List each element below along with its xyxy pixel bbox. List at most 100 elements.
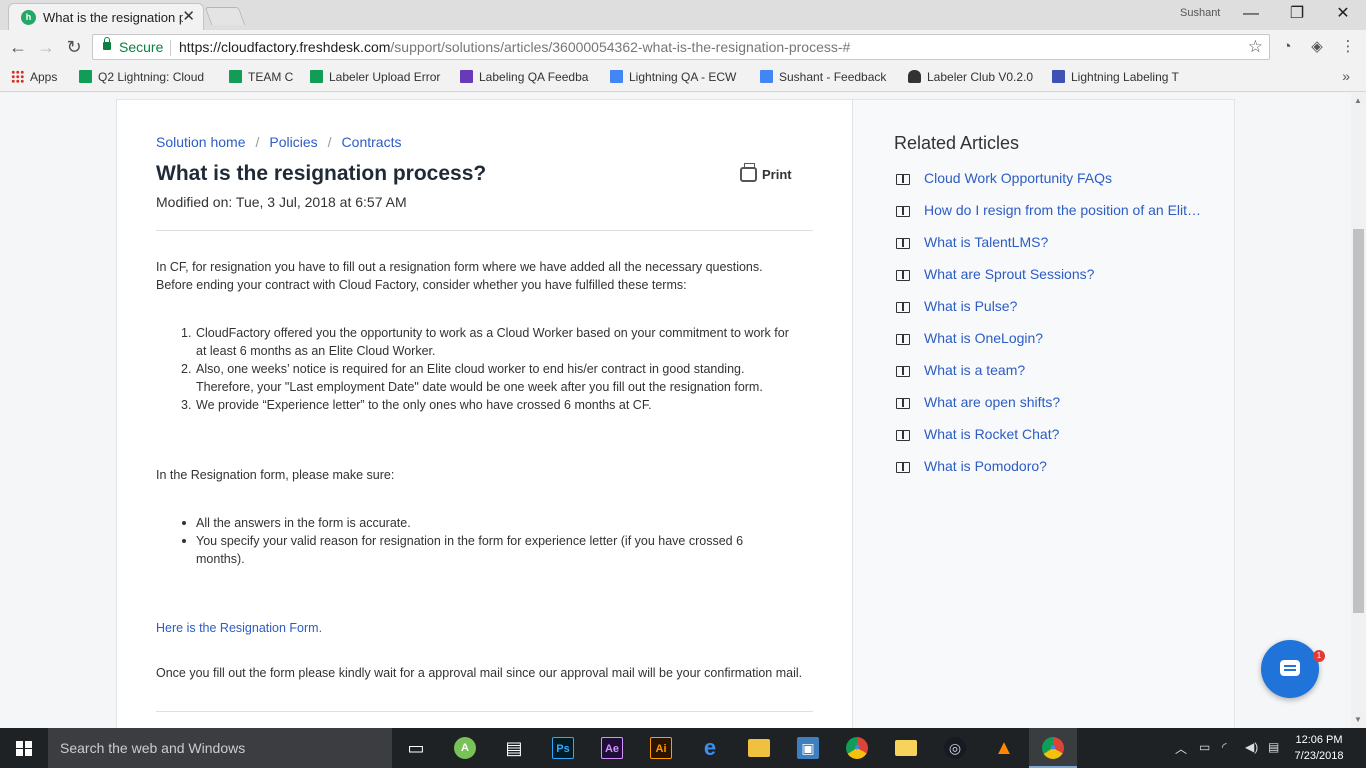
close-window-button[interactable]: ✕: [1320, 0, 1366, 30]
book-icon: [896, 270, 910, 281]
related-article-link[interactable]: What is Pomodoro?: [924, 458, 1047, 474]
related-article-item[interactable]: What is Rocket Chat?: [894, 426, 1214, 446]
apps-grid-icon: [11, 70, 24, 83]
maximize-button[interactable]: ❐: [1274, 0, 1320, 30]
bookmark-label: Q2 Lightning: Cloud: [98, 70, 205, 84]
taskbar-app-after-effects[interactable]: Ae: [588, 728, 636, 768]
scroll-down-arrow-icon[interactable]: ▼: [1354, 715, 1362, 724]
bookmark-item[interactable]: Q2 Lightning: Cloud: [79, 70, 204, 84]
page-scrollbar[interactable]: ▲ ▼: [1351, 93, 1366, 728]
bookmark-item[interactable]: Labeler Upload Error: [310, 70, 440, 84]
breadcrumb-separator: /: [327, 134, 332, 150]
closing-paragraph: Once you fill out the form please kindly…: [156, 666, 803, 680]
forward-arrow-icon[interactable]: →: [34, 35, 58, 59]
chat-widget-button[interactable]: 1: [1261, 640, 1325, 698]
profile-name[interactable]: Sushant: [1180, 7, 1220, 19]
related-article-link[interactable]: What are Sprout Sessions?: [924, 266, 1094, 282]
menu-kebab-icon[interactable]: ⋮: [1338, 37, 1358, 57]
related-article-link[interactable]: What is a team?: [924, 362, 1025, 378]
related-article-item[interactable]: Cloud Work Opportunity FAQs: [894, 170, 1214, 190]
taskbar-app-box[interactable]: ▣: [784, 728, 832, 768]
browser-tab-active[interactable]: h What is the resignation p ✕: [8, 3, 204, 30]
breadcrumb-solution-home[interactable]: Solution home: [156, 134, 246, 150]
start-button[interactable]: [0, 728, 48, 768]
related-article-link[interactable]: How do I resign from the position of an …: [924, 202, 1204, 218]
related-article-link[interactable]: What is Pulse?: [924, 298, 1017, 314]
related-article-item[interactable]: What are open shifts?: [894, 394, 1214, 414]
related-article-link[interactable]: What are open shifts?: [924, 394, 1060, 410]
related-article-link[interactable]: What is Rocket Chat?: [924, 426, 1059, 442]
taskbar-app-chrome[interactable]: ●: [833, 728, 881, 768]
back-arrow-icon[interactable]: ←: [6, 35, 30, 59]
taskbar-app-illustrator[interactable]: Ai: [637, 728, 685, 768]
related-article-item[interactable]: What is OneLogin?: [894, 330, 1214, 350]
book-icon: [896, 174, 910, 185]
related-article-link[interactable]: What is OneLogin?: [924, 330, 1043, 346]
taskbar-app-photoshop[interactable]: Ps: [539, 728, 587, 768]
taskbar-clock[interactable]: 12:06 PM 7/23/2018: [1290, 732, 1348, 764]
related-article-link[interactable]: What is TalentLMS?: [924, 234, 1048, 250]
bookmark-item[interactable]: Lightning Labeling T: [1052, 70, 1179, 84]
breadcrumb-separator: /: [255, 134, 260, 150]
list-item: 3. We provide “Experience letter” to the …: [177, 396, 797, 414]
taskbar-search-box[interactable]: Search the web and Windows: [48, 728, 392, 768]
extension-shield-icon[interactable]: ◈: [1307, 37, 1327, 57]
reload-icon[interactable]: ↻: [62, 35, 86, 59]
taskbar-app-store[interactable]: ▤: [490, 728, 538, 768]
divider: [156, 711, 813, 712]
list-item: All the answers in the form is accurate.: [177, 514, 777, 532]
chat-bubble-icon: [1280, 660, 1300, 676]
scrollbar-thumb[interactable]: [1353, 229, 1364, 613]
related-article-item[interactable]: What is Pulse?: [894, 298, 1214, 318]
new-tab-button[interactable]: [204, 7, 246, 25]
taskbar-app-chrome-active[interactable]: ●: [1029, 728, 1077, 768]
taskbar-app-edge[interactable]: e: [686, 728, 734, 768]
related-article-item[interactable]: What is a team?: [894, 362, 1214, 382]
related-article-item[interactable]: What are Sprout Sessions?: [894, 266, 1214, 286]
volume-icon[interactable]: ◀): [1245, 740, 1258, 754]
print-label: Print: [762, 167, 792, 182]
bookmark-label: Lightning QA - ECW: [629, 70, 737, 84]
taskbar-app-file-explorer[interactable]: ▬: [735, 728, 783, 768]
bookmark-item[interactable]: Sushant - Feedback: [760, 70, 886, 84]
battery-icon[interactable]: ▭: [1199, 740, 1210, 754]
print-button[interactable]: Print: [740, 163, 792, 182]
resignation-form-link[interactable]: Here is the Resignation Form.: [156, 621, 322, 635]
bookmark-item[interactable]: Lightning QA - ECW: [610, 70, 736, 84]
bookmark-item[interactable]: Labeler Club V0.2.0: [908, 70, 1033, 84]
book-icon: [896, 334, 910, 345]
car-icon: [908, 70, 921, 83]
taskbar-app-steam[interactable]: ◎: [931, 728, 979, 768]
address-bar[interactable]: Secure https://cloudfactory.freshdesk.co…: [92, 34, 1270, 60]
extension-icon[interactable]: ◔: [1277, 37, 1297, 57]
related-article-item[interactable]: What is TalentLMS?: [894, 234, 1214, 254]
bookmark-item[interactable]: TEAM C: [229, 70, 293, 84]
related-article-item[interactable]: What is Pomodoro?: [894, 458, 1214, 478]
taskbar-app-vlc[interactable]: ▲: [980, 728, 1028, 768]
url-text[interactable]: https://cloudfactory.freshdesk.com/suppo…: [179, 39, 850, 55]
list-item-text: We provide “Experience letter” to the on…: [196, 398, 652, 412]
related-article-item[interactable]: How do I resign from the position of an …: [894, 202, 1214, 222]
wifi-icon[interactable]: ◜: [1222, 740, 1227, 754]
browser-toolbar: ← → ↻ Secure https://cloudfactory.freshd…: [0, 30, 1366, 64]
after-effects-icon: Ae: [601, 737, 623, 759]
tab-close-icon[interactable]: ✕: [182, 7, 195, 25]
photoshop-icon: Ps: [552, 737, 574, 759]
bookmark-item[interactable]: Labeling QA Feedba: [460, 70, 588, 84]
breadcrumb-contracts[interactable]: Contracts: [342, 134, 402, 150]
notification-center-icon[interactable]: ▤: [1268, 740, 1279, 754]
list-number: 1.: [181, 326, 192, 340]
bookmarks-overflow-icon[interactable]: »: [1342, 68, 1350, 84]
related-article-link[interactable]: Cloud Work Opportunity FAQs: [924, 170, 1112, 186]
chrome-icon: ●: [846, 737, 868, 759]
scroll-up-arrow-icon[interactable]: ▲: [1354, 96, 1362, 105]
bookmark-star-icon[interactable]: ☆: [1248, 37, 1263, 57]
taskbar-app-android-studio[interactable]: A: [441, 728, 489, 768]
taskbar-app-folder[interactable]: ▬: [882, 728, 930, 768]
related-articles-panel: Related Articles Cloud Work Opportunity …: [852, 99, 1235, 728]
tray-overflow-chevron-icon[interactable]: ︿: [1175, 740, 1187, 757]
minimize-button[interactable]: —: [1228, 0, 1274, 30]
breadcrumb-policies[interactable]: Policies: [269, 134, 317, 150]
bookmark-apps[interactable]: Apps: [11, 70, 57, 84]
task-view-button[interactable]: ▭: [392, 728, 440, 768]
